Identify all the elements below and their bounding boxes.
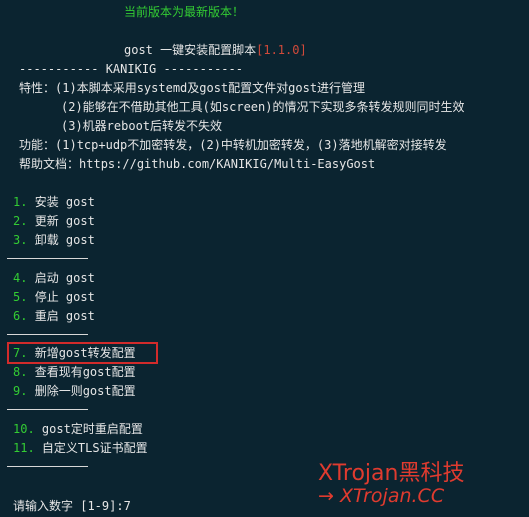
menu-item-label: 卸载 gost [34, 233, 95, 247]
watermark-url: → XTrojan.CC [318, 485, 445, 507]
menu-item-number: 7. [13, 346, 28, 360]
input-prompt-label: 请输入数字 [1-9]: [13, 499, 124, 513]
menu-item-number: 6. [13, 309, 28, 323]
help-line: 帮助文档：https://github.com/KANIKIG/Multi-Ea… [19, 157, 375, 171]
feature-item: (1)本脚本采用systemd及gost配置文件对gost进行管理 [55, 81, 366, 95]
menu-item-delete-config[interactable]: 9. 删除一则gost配置 [13, 384, 136, 398]
input-prompt-line[interactable]: 请输入数字 [1-9]:7 [13, 497, 131, 514]
menu-item-number: 1. [13, 195, 28, 209]
menu-item-label: 重启 gost [34, 309, 95, 323]
menu-item-number: 2. [13, 214, 28, 228]
functions-label: 功能： [19, 138, 56, 152]
menu-item-label: 查看现有gost配置 [34, 365, 136, 379]
menu-item-label: 停止 gost [34, 290, 95, 304]
menu-item-label: 安装 gost [34, 195, 95, 209]
menu-item-add-forward[interactable]: 7. 新增gost转发配置 [13, 346, 136, 360]
feature-item: (2)能够在不借助其他工具(如screen)的情况下实现多条转发规则同时生效 [61, 100, 465, 114]
features-line-1: 特性：(1)本脚本采用systemd及gost配置文件对gost进行管理 [19, 81, 365, 95]
menu-item-tls-cert[interactable]: 11. 自定义TLS证书配置 [13, 441, 148, 455]
functions-line: 功能：(1)tcp+udp不加密转发，(2)中转机加密转发，(3)落地机解密对接… [19, 138, 447, 152]
menu-item-number: 10. [13, 422, 35, 436]
help-label: 帮助文档： [19, 157, 80, 171]
script-title: gost 一键安装配置脚本[1.1.0] [124, 43, 307, 57]
input-value[interactable]: 7 [124, 499, 131, 513]
menu-item-label: 启动 gost [34, 271, 95, 285]
menu-item-label: 新增gost转发配置 [34, 346, 136, 360]
menu-item-stop[interactable]: 5. 停止 gost [13, 290, 95, 304]
menu-separator [7, 334, 88, 335]
author-line: ----------- KANIKIG ----------- [19, 62, 243, 76]
feature-item: (3)机器reboot后转发不失效 [61, 119, 223, 133]
menu-item-number: 8. [13, 365, 28, 379]
menu-item-restart[interactable]: 6. 重启 gost [13, 309, 95, 323]
menu-item-label: 更新 gost [34, 214, 95, 228]
menu-item-label: gost定时重启配置 [41, 422, 143, 436]
script-title-text: gost 一键安装配置脚本 [124, 43, 257, 57]
menu-item-label: 自定义TLS证书配置 [41, 441, 148, 455]
functions-text: (1)tcp+udp不加密转发，(2)中转机加密转发，(3)落地机解密对接转发 [55, 138, 447, 152]
menu-item-number: 5. [13, 290, 28, 304]
menu-item-number: 9. [13, 384, 28, 398]
menu-item-update[interactable]: 2. 更新 gost [13, 214, 95, 228]
menu-separator [7, 466, 88, 467]
menu-item-install[interactable]: 1. 安装 gost [13, 195, 95, 209]
menu-item-number: 3. [13, 233, 28, 247]
menu-separator [7, 258, 88, 259]
menu-item-view-config[interactable]: 8. 查看现有gost配置 [13, 365, 136, 379]
menu-item-label: 删除一则gost配置 [34, 384, 136, 398]
help-url[interactable]: https://github.com/KANIKIG/Multi-EasyGos… [79, 157, 375, 171]
menu-item-scheduled-restart[interactable]: 10. gost定时重启配置 [13, 422, 143, 436]
features-label: 特性： [19, 81, 56, 95]
menu-item-number: 11. [13, 441, 35, 455]
menu-separator [7, 409, 88, 410]
menu-item-uninstall[interactable]: 3. 卸载 gost [13, 233, 95, 247]
version-label: [1.1.0] [256, 43, 307, 57]
menu-item-start[interactable]: 4. 启动 gost [13, 271, 95, 285]
status-message: 当前版本为最新版本！ [124, 5, 245, 19]
menu-item-number: 4. [13, 271, 28, 285]
watermark-title: XTrojan黑科技 [318, 461, 465, 486]
